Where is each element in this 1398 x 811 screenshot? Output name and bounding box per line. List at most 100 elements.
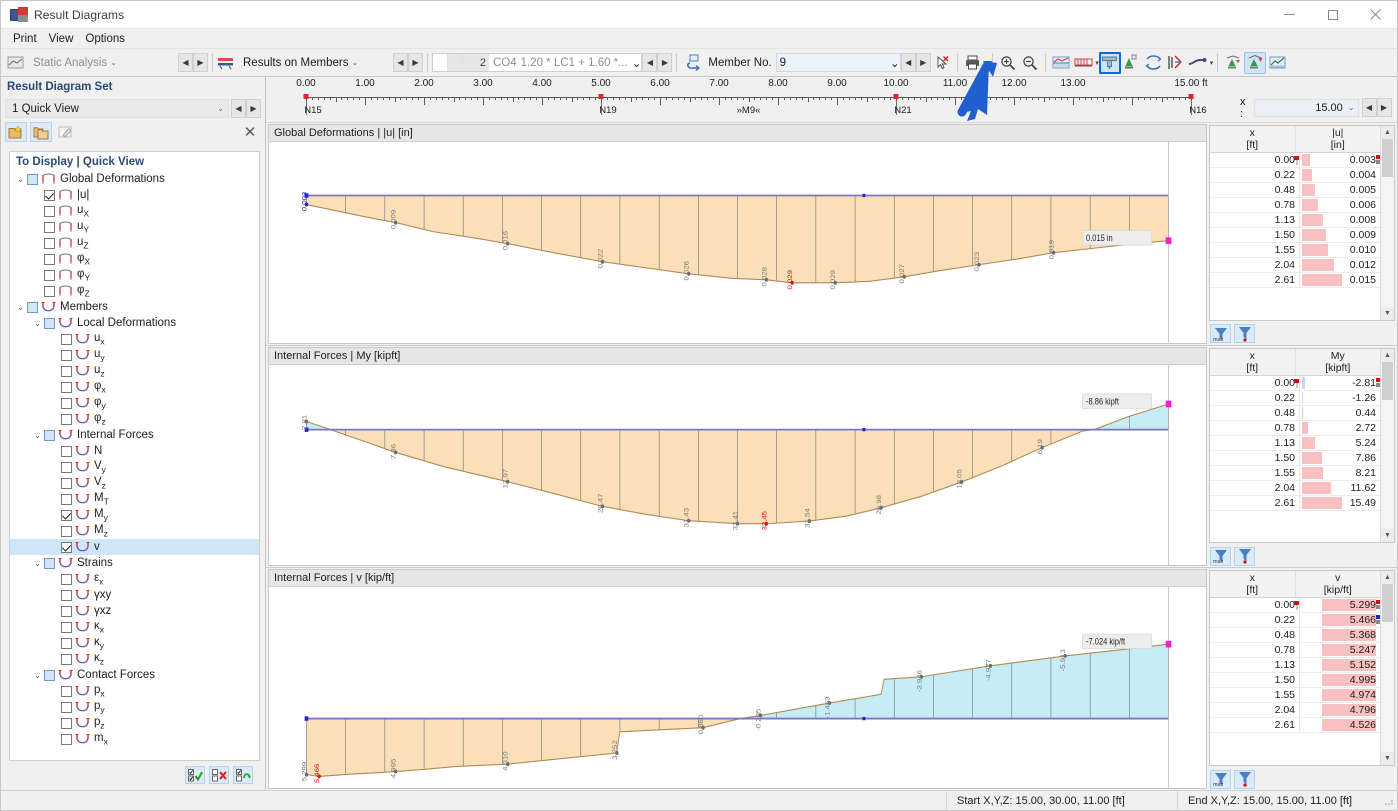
tree-item-mx[interactable]: mx bbox=[10, 731, 259, 747]
tree-item-mt[interactable]: MT bbox=[10, 491, 259, 507]
analysis-next-button[interactable]: ▶ bbox=[193, 53, 208, 72]
x-next-button[interactable]: ▶ bbox=[1376, 98, 1392, 117]
table-row[interactable]: 0.48 0.44 bbox=[1210, 405, 1380, 421]
tree-checkbox[interactable] bbox=[61, 637, 72, 649]
load-case-spinner[interactable]: ◀ ▶ bbox=[642, 53, 673, 72]
member-no-input[interactable]: 9 ⌄ bbox=[775, 53, 901, 72]
table-row[interactable]: 1.13 5.152 bbox=[1210, 658, 1380, 674]
plot-area[interactable]: -8.86 kipft -2.81 7.86 17.97 26.47 31.43 32.41… bbox=[269, 364, 1206, 566]
tree-checkbox[interactable] bbox=[61, 461, 72, 473]
display-tree[interactable]: ⌄ Global Deformations |u| uX uY uZ φX φY φZ ⌄ Memb… bbox=[10, 171, 259, 760]
analysis-type-spinner[interactable]: ◀ ▶ bbox=[178, 53, 208, 72]
table-row[interactable]: 0.78 2.72 bbox=[1210, 420, 1380, 436]
tree-checkbox[interactable] bbox=[44, 669, 55, 681]
tree-item-z[interactable]: φZ bbox=[10, 283, 259, 299]
table-row[interactable]: 1.55 0.010 bbox=[1210, 243, 1380, 258]
scroll-up-button[interactable]: ▲ bbox=[1381, 126, 1394, 139]
zoom-in-button[interactable] bbox=[997, 52, 1019, 74]
table-row[interactable]: 2.61 15.49 bbox=[1210, 495, 1380, 511]
ruler-scale[interactable]: 0.00 1.00 2.00 3.00 4.00 5.00 6.00 7.00 8.00 9.00… bbox=[266, 77, 1226, 122]
diagram-settings-button[interactable] bbox=[1050, 52, 1072, 74]
tree-checkbox[interactable] bbox=[61, 509, 72, 521]
results-table[interactable]: x [ft] My [kipft] 0.00 -2.81 0.22 -1.26 0.48 0.44… bbox=[1209, 347, 1395, 544]
point-filter-button[interactable] bbox=[1234, 546, 1255, 566]
column-header-x[interactable]: x [ft] bbox=[1210, 571, 1295, 597]
column-header-value[interactable]: My [kipft] bbox=[1294, 348, 1381, 375]
menu-print[interactable]: Print bbox=[7, 32, 43, 46]
deselect-all-button[interactable] bbox=[209, 766, 229, 784]
close-set-button[interactable]: ✕ bbox=[239, 122, 261, 142]
tree-checkbox[interactable] bbox=[61, 589, 72, 601]
menu-view[interactable]: View bbox=[43, 32, 80, 46]
chevron-down-icon[interactable]: ⌄ bbox=[31, 430, 44, 441]
load-case-next-button[interactable]: ▶ bbox=[657, 53, 673, 72]
result-set-prev-button[interactable]: ◀ bbox=[231, 99, 246, 118]
tree-item-x[interactable]: φX bbox=[10, 251, 259, 267]
tree-checkbox[interactable] bbox=[44, 317, 55, 329]
tree-item-ux[interactable]: ux bbox=[10, 331, 259, 347]
menu-options[interactable]: Options bbox=[79, 32, 131, 46]
clear-selection-icon-button[interactable] bbox=[931, 52, 953, 74]
column-header-value[interactable]: v [kip/ft] bbox=[1294, 571, 1381, 598]
tree-checkbox[interactable] bbox=[61, 653, 72, 665]
tree-item-my[interactable]: My bbox=[10, 507, 259, 523]
scroll-up-button[interactable]: ▲ bbox=[1381, 571, 1394, 585]
section-line-button[interactable] bbox=[1187, 52, 1209, 74]
plot-area[interactable]: -7.024 kip/ft 5.299 5.466 4.995 4.310 3.252 0.… bbox=[269, 587, 1206, 789]
max-filter-button[interactable]: max bbox=[1210, 546, 1231, 566]
table-row[interactable]: 0.00 5.299 bbox=[1210, 598, 1380, 614]
edit-set-button[interactable] bbox=[55, 122, 77, 142]
table-row[interactable]: 1.13 5.24 bbox=[1210, 435, 1380, 451]
table-scrollbar[interactable]: ▲ ▼ bbox=[1380, 126, 1394, 320]
tree-item-u[interactable]: |u| bbox=[10, 187, 259, 203]
tree-checkbox[interactable] bbox=[44, 221, 55, 233]
table-row[interactable]: 2.04 0.012 bbox=[1210, 258, 1380, 273]
table-row[interactable]: 0.00 0.003 bbox=[1210, 153, 1380, 168]
table-row[interactable]: 1.55 4.974 bbox=[1210, 688, 1380, 704]
results-type-spinner[interactable]: ◀ ▶ bbox=[393, 53, 423, 72]
scroll-up-button[interactable]: ▲ bbox=[1381, 348, 1394, 362]
plot-area[interactable]: 0.015 in 0.003 0.009 0.016 0.022 0.026 0.028 0.… bbox=[269, 142, 1206, 343]
section-results-button[interactable] bbox=[1244, 51, 1267, 74]
table-row[interactable]: 0.78 0.006 bbox=[1210, 198, 1380, 213]
load-case-field[interactable]: 2 CO4 1.20 * LC1 + 1.60 *... ⌄ bbox=[432, 53, 643, 72]
table-row[interactable]: 0.48 5.368 bbox=[1210, 628, 1380, 644]
tree-item-globaldeformations[interactable]: ⌄ Global Deformations bbox=[10, 171, 259, 187]
tree-checkbox[interactable] bbox=[61, 541, 72, 553]
tree-item-members[interactable]: ⌄ Members bbox=[10, 299, 259, 315]
copy-set-button[interactable] bbox=[30, 122, 52, 142]
tree-item-y[interactable]: φY bbox=[10, 267, 259, 283]
table-row[interactable]: 2.61 4.526 bbox=[1210, 718, 1380, 734]
table-row[interactable]: 2.04 11.62 bbox=[1210, 480, 1380, 496]
result-set-next-button[interactable]: ▶ bbox=[246, 99, 261, 118]
max-filter-button[interactable]: max bbox=[1210, 769, 1231, 789]
tree-item-pz[interactable]: pz bbox=[10, 715, 259, 731]
tree-item-uz[interactable]: uZ bbox=[10, 235, 259, 251]
select-member-button[interactable] bbox=[681, 52, 705, 74]
tree-item-xy[interactable]: γxy bbox=[10, 587, 259, 603]
node-results-button[interactable] bbox=[1222, 52, 1244, 74]
chevron-down-icon[interactable]: ⌄ bbox=[632, 56, 642, 70]
table-scrollbar[interactable]: ▲ ▼ bbox=[1380, 348, 1394, 543]
resize-grip[interactable] bbox=[1383, 795, 1395, 807]
max-filter-button[interactable]: max bbox=[1210, 324, 1231, 344]
tree-checkbox[interactable] bbox=[61, 349, 72, 361]
tree-checkbox[interactable] bbox=[61, 717, 72, 729]
chevron-down-icon[interactable]: ⌄ bbox=[31, 318, 44, 329]
tree-item-z[interactable]: κz bbox=[10, 651, 259, 667]
tree-item-strains[interactable]: ⌄ Strains bbox=[10, 555, 259, 571]
tree-item-internalforces[interactable]: ⌄ Internal Forces bbox=[10, 427, 259, 443]
chevron-down-icon[interactable]: ⌄ bbox=[31, 558, 44, 569]
tree-checkbox[interactable] bbox=[44, 285, 55, 297]
scroll-thumb[interactable] bbox=[1382, 361, 1393, 400]
tree-checkbox[interactable] bbox=[61, 413, 72, 425]
tree-checkbox[interactable] bbox=[27, 301, 38, 313]
maximize-button[interactable] bbox=[1311, 1, 1354, 28]
support-reactions-button[interactable] bbox=[1121, 52, 1143, 74]
tree-checkbox[interactable] bbox=[61, 477, 72, 489]
tree-checkbox[interactable] bbox=[44, 237, 55, 249]
tree-checkbox[interactable] bbox=[61, 573, 72, 585]
table-row[interactable]: 0.00 -2.81 bbox=[1210, 375, 1380, 391]
x-position-spinner[interactable]: ◀ ▶ bbox=[1361, 98, 1392, 117]
chevron-down-icon[interactable]: ⌄ bbox=[890, 56, 900, 70]
